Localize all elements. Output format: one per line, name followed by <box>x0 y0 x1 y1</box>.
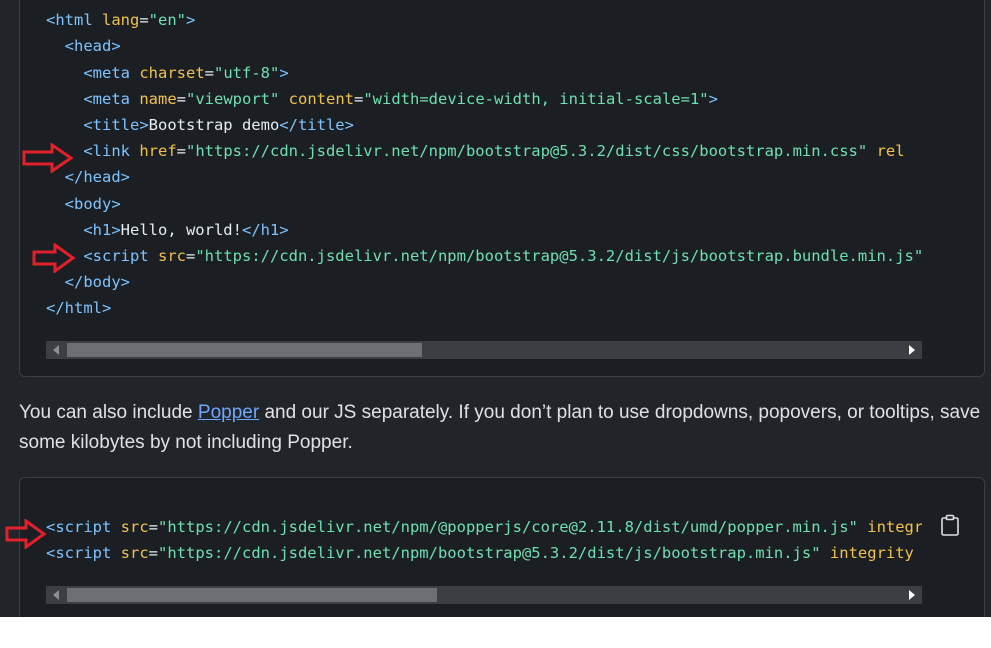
popper-description: You can also include Popper and our JS s… <box>19 398 984 458</box>
code-token: "viewport" <box>186 89 280 108</box>
code-line: <script src="https://cdn.jsdelivr.net/np… <box>46 540 922 566</box>
code-token: = <box>176 142 186 161</box>
code-token: rel <box>876 142 905 161</box>
code-token: </head> <box>64 168 130 187</box>
code-token: Hello, world! <box>120 220 242 239</box>
code-token: <script <box>46 518 121 536</box>
code-token: = <box>148 518 158 536</box>
code-token: </html> <box>46 299 112 318</box>
scroll-right-arrow-icon[interactable] <box>909 345 915 355</box>
code-token: <!DOCTYPE html> <box>46 0 186 3</box>
code-token: <script <box>46 544 121 563</box>
code-token: "width=device-width, initial-scale=1" <box>363 89 709 108</box>
scroll-right-arrow-icon[interactable] <box>909 590 915 600</box>
code-token: "https://cdn.jsdelivr.net/npm/@popperjs/… <box>158 518 858 536</box>
code-token: </body> <box>64 273 130 292</box>
paragraph-text-start: You can also include <box>19 402 198 423</box>
code-line: <h1>Hello, world!</h1> <box>46 217 922 243</box>
red-arrow-icon <box>5 519 47 549</box>
code-line: <meta name="viewport" content="width=dev… <box>46 86 922 112</box>
code-line: <script src="https://cdn.jsdelivr.net/np… <box>46 514 922 540</box>
red-arrow-icon <box>22 143 74 173</box>
code-token: = <box>354 89 364 108</box>
code-line: <head> <box>46 33 922 59</box>
code-token: src <box>120 518 149 536</box>
scrollbar-thumb[interactable] <box>67 343 422 357</box>
code-token: <html <box>46 11 102 30</box>
code-token: "https://cdn.jsdelivr.net/npm/bootstrap@… <box>195 246 922 265</box>
horizontal-scrollbar[interactable] <box>46 586 922 604</box>
code-token: = <box>139 11 149 30</box>
code-token: content <box>288 89 354 108</box>
clipboard-icon[interactable] <box>940 514 960 536</box>
docs-page: <!DOCTYPE html><html lang="en"> <head> <… <box>0 0 991 617</box>
code-token: = <box>176 89 186 108</box>
code-token: <title> <box>83 115 149 134</box>
code-token: <script <box>83 246 158 265</box>
code-token: <meta <box>83 89 140 108</box>
code-token: "https://cdn.jsdelivr.net/npm/bootstrap@… <box>158 544 821 563</box>
code-line: <link href="https://cdn.jsdelivr.net/npm… <box>46 138 922 164</box>
code-line: <!DOCTYPE html> <box>46 0 922 7</box>
code-token: "https://cdn.jsdelivr.net/npm/bootstrap@… <box>186 142 868 161</box>
code-token: "utf-8" <box>214 63 280 82</box>
horizontal-scrollbar[interactable] <box>46 341 922 359</box>
code-token: integrity <box>867 518 922 536</box>
code-token: > <box>186 11 196 30</box>
code-line: <meta charset="utf-8"> <box>46 60 922 86</box>
code-token: <h1> <box>83 220 121 239</box>
code-token: Bootstrap demo <box>148 115 280 134</box>
code-token: = <box>204 63 214 82</box>
code-token: = <box>148 544 158 563</box>
code-block-html-starter: <!DOCTYPE html><html lang="en"> <head> <… <box>19 0 985 377</box>
red-arrow-icon <box>32 243 76 273</box>
code-token: > <box>708 89 718 108</box>
code-token: src <box>120 544 149 563</box>
code-line: <html lang="en"> <box>46 7 922 33</box>
scroll-left-arrow-icon[interactable] <box>53 345 59 355</box>
scrollbar-thumb[interactable] <box>67 588 437 602</box>
code-token: = <box>185 246 196 265</box>
code-token: charset <box>139 63 205 82</box>
code-token: "en" <box>148 11 186 30</box>
code-content: <!DOCTYPE html><html lang="en"> <head> <… <box>46 0 922 321</box>
code-line: </html> <box>46 295 922 321</box>
code-line: <body> <box>46 191 922 217</box>
code-line: </body> <box>46 269 922 295</box>
code-content: <script src="https://cdn.jsdelivr.net/np… <box>46 514 922 566</box>
scroll-left-arrow-icon[interactable] <box>53 590 59 600</box>
code-token: href <box>139 142 177 161</box>
code-token: </h1> <box>241 220 289 239</box>
code-token: </title> <box>279 115 354 134</box>
code-token: <body> <box>64 194 121 213</box>
code-line: </head> <box>46 164 922 190</box>
code-token: lang <box>102 11 140 30</box>
code-token: <meta <box>83 63 140 82</box>
popper-link[interactable]: Popper <box>198 402 259 423</box>
code-token: integrity <box>829 544 914 563</box>
code-token: > <box>279 63 289 82</box>
code-token: name <box>139 89 177 108</box>
code-line: <script src="https://cdn.jsdelivr.net/np… <box>46 243 922 269</box>
code-token: <head> <box>64 37 121 56</box>
code-token: <link <box>83 142 140 161</box>
code-block-popper-separate: <script src="https://cdn.jsdelivr.net/np… <box>19 477 985 617</box>
code-line: <title>Bootstrap demo</title> <box>46 112 922 138</box>
code-token: src <box>157 246 186 265</box>
